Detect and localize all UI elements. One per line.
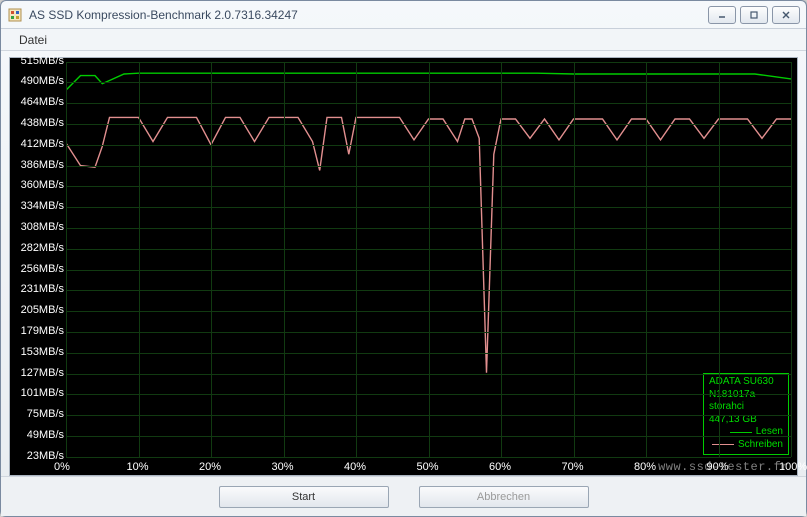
grid-line-v: [284, 62, 285, 457]
grid-line-v: [139, 62, 140, 457]
x-tick-label: 90%: [707, 461, 729, 473]
y-tick-label: 282MB/s: [12, 242, 64, 254]
grid-line-v: [429, 62, 430, 457]
y-tick-label: 205MB/s: [12, 304, 64, 316]
abort-button[interactable]: Abbrechen: [419, 486, 589, 508]
y-tick-label: 515MB/s: [12, 55, 64, 67]
maximize-button[interactable]: [740, 6, 768, 24]
y-tick-label: 49MB/s: [12, 429, 64, 441]
app-icon: [7, 7, 23, 23]
y-tick-label: 101MB/s: [12, 387, 64, 399]
y-tick-label: 386MB/s: [12, 159, 64, 171]
compression-chart: ADATA SU630 N181017a storahci 447,13 GB …: [9, 57, 798, 476]
grid-line-v: [574, 62, 575, 457]
legend-write-label: Schreiben: [738, 439, 783, 452]
y-tick-label: 360MB/s: [12, 179, 64, 191]
x-tick-label: 70%: [562, 461, 584, 473]
device-model: ADATA SU630: [709, 376, 783, 389]
titlebar: AS SSD Kompression-Benchmark 2.0.7316.34…: [1, 1, 806, 29]
y-tick-label: 75MB/s: [12, 408, 64, 420]
y-tick-label: 334MB/s: [12, 200, 64, 212]
legend: ADATA SU630 N181017a storahci 447,13 GB …: [703, 373, 789, 455]
window-title: AS SSD Kompression-Benchmark 2.0.7316.34…: [29, 8, 708, 22]
grid-line-v: [646, 62, 647, 457]
grid-line-v: [356, 62, 357, 457]
menubar: Datei: [1, 29, 806, 51]
legend-write-swatch: [712, 444, 734, 445]
legend-write: Schreiben: [709, 439, 783, 452]
app-window: AS SSD Kompression-Benchmark 2.0.7316.34…: [0, 0, 807, 517]
y-tick-label: 127MB/s: [12, 367, 64, 379]
y-tick-label: 490MB/s: [12, 75, 64, 87]
y-tick-label: 153MB/s: [12, 346, 64, 358]
x-tick-label: 20%: [199, 461, 221, 473]
grid-line-v: [501, 62, 502, 457]
legend-read-swatch: [730, 432, 752, 433]
y-tick-label: 412MB/s: [12, 138, 64, 150]
grid-line-v: [791, 62, 792, 457]
chart-container: ADATA SU630 N181017a storahci 447,13 GB …: [9, 57, 798, 476]
x-tick-label: 50%: [417, 461, 439, 473]
start-button[interactable]: Start: [219, 486, 389, 508]
grid-line-h: [66, 457, 791, 458]
y-tick-label: 308MB/s: [12, 221, 64, 233]
button-row: Start Abbrechen: [1, 476, 806, 516]
close-button[interactable]: [772, 6, 800, 24]
y-tick-label: 231MB/s: [12, 283, 64, 295]
x-tick-label: 100%: [779, 461, 807, 473]
grid-line-v: [66, 62, 67, 457]
x-tick-label: 0%: [54, 461, 70, 473]
y-tick-label: 256MB/s: [12, 263, 64, 275]
menu-file[interactable]: Datei: [11, 31, 55, 49]
grid-line-v: [719, 62, 720, 457]
y-tick-label: 438MB/s: [12, 117, 64, 129]
x-tick-label: 30%: [272, 461, 294, 473]
x-tick-label: 60%: [489, 461, 511, 473]
device-driver: storahci: [709, 401, 783, 414]
x-tick-label: 10%: [127, 461, 149, 473]
y-tick-label: 464MB/s: [12, 96, 64, 108]
y-tick-label: 179MB/s: [12, 325, 64, 337]
x-tick-label: 80%: [634, 461, 656, 473]
grid-line-v: [211, 62, 212, 457]
minimize-button[interactable]: [708, 6, 736, 24]
window-controls: [708, 6, 800, 24]
x-tick-label: 40%: [344, 461, 366, 473]
